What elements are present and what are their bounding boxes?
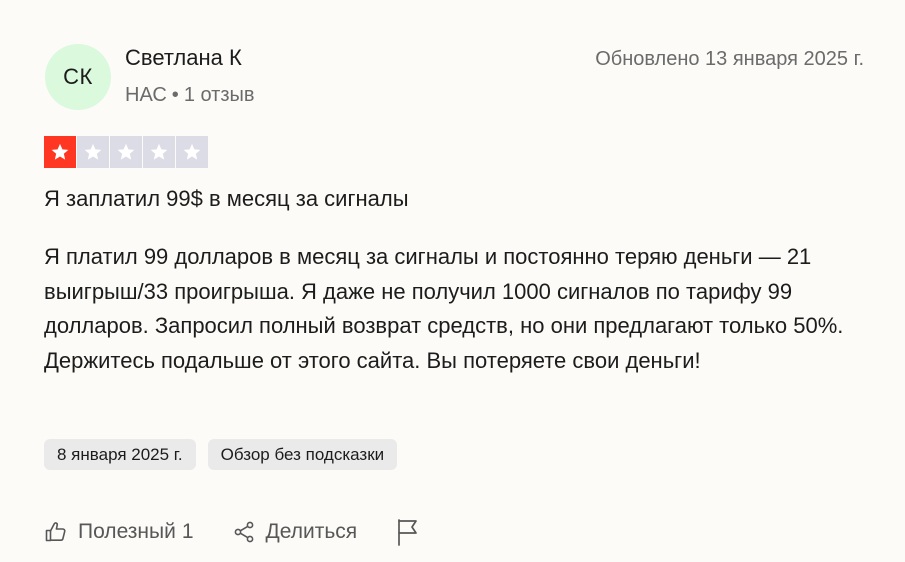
useful-count: 1	[181, 520, 194, 543]
useful-label: Полезный	[78, 520, 176, 543]
reviewer-meta: НАС • 1 отзыв	[125, 82, 255, 108]
thumbs-up-icon	[44, 520, 68, 544]
review-title: Я заплатил 99$ в месяц за сигналы	[44, 186, 409, 211]
meta-separator: •	[171, 84, 179, 106]
share-label: Делиться	[265, 520, 358, 543]
review-tags: 8 января 2025 г. Обзор без подсказки	[44, 439, 398, 470]
reviewer-name[interactable]: Светлана К	[125, 44, 242, 72]
star-icon-empty	[110, 136, 142, 168]
experience-date-badge: 8 января 2025 г.	[44, 439, 196, 470]
star-icon-filled	[44, 136, 76, 168]
star-icon-empty	[77, 136, 109, 168]
review-card: СК Светлана К НАС • 1 отзыв Обновлено 13…	[0, 0, 905, 562]
reviewer-review-count: 1 отзыв	[183, 84, 255, 106]
avatar-initials: СК	[63, 64, 93, 89]
unprompted-review-badge[interactable]: Обзор без подсказки	[207, 439, 398, 470]
star-icon-empty	[143, 136, 175, 168]
share-button[interactable]: Делиться	[232, 520, 358, 544]
star-icon-empty	[176, 136, 208, 168]
report-button[interactable]	[395, 518, 421, 546]
share-icon	[232, 520, 256, 544]
review-body: Я платил 99 долларов в месяц за сигналы …	[44, 244, 844, 373]
flag-icon	[395, 518, 421, 546]
star-rating	[44, 136, 208, 168]
updated-date: Обновлено 13 января 2025 г.	[595, 48, 864, 70]
reviewer-country: НАС	[125, 84, 167, 106]
avatar[interactable]: СК	[45, 44, 111, 110]
useful-button[interactable]: Полезный 1	[44, 520, 194, 544]
review-actions: Полезный 1 Делиться	[44, 513, 421, 551]
